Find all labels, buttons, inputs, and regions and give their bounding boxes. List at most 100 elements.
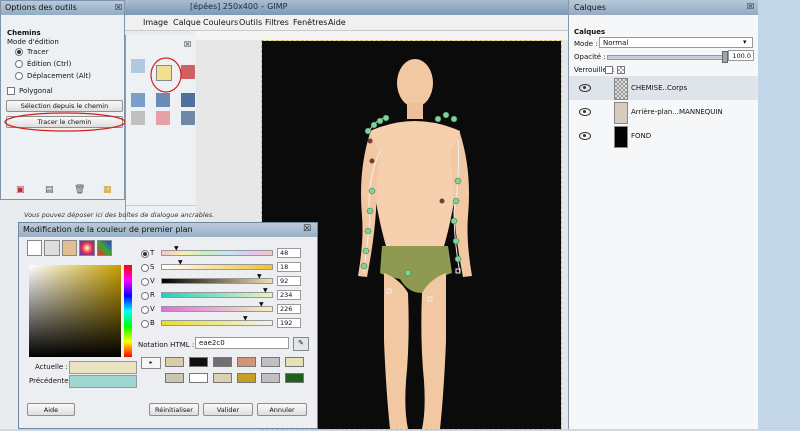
radio-edit[interactable] bbox=[15, 60, 23, 68]
menu-fenetres[interactable]: Fenêtres bbox=[293, 18, 327, 27]
menu-calque[interactable]: Calque bbox=[173, 18, 201, 27]
radio-move[interactable] bbox=[15, 72, 23, 80]
tool-options-titlebar: Options des outils ☒ bbox=[1, 1, 124, 15]
layers-titlebar: Calques ☒ bbox=[569, 0, 759, 15]
slider-pointer-icon: ▼ bbox=[259, 301, 264, 308]
value-value[interactable]: 92 bbox=[277, 276, 301, 286]
brush-selector-tab-icon[interactable] bbox=[61, 240, 78, 256]
add-to-history-icon[interactable]: ▸ bbox=[141, 357, 161, 369]
green-label: V bbox=[150, 305, 155, 313]
blue-label: B bbox=[150, 319, 155, 327]
layer-thumbnail bbox=[614, 78, 628, 100]
image-window-title: [épées] 250x400 – GIMP bbox=[190, 2, 288, 11]
hue-value[interactable]: 48 bbox=[277, 248, 301, 258]
green-value[interactable]: 226 bbox=[277, 304, 301, 314]
history-swatch[interactable] bbox=[285, 357, 304, 367]
polygonal-checkbox[interactable] bbox=[7, 87, 15, 95]
palette-selector-tab-icon[interactable] bbox=[96, 240, 113, 256]
channel-radio-blue[interactable] bbox=[141, 320, 149, 328]
red-circle-tool-annotation bbox=[150, 57, 182, 93]
previous-color-label: Précédente : bbox=[29, 377, 74, 385]
opacity-value[interactable]: 100.0 bbox=[728, 50, 754, 61]
tool-options-title: Options des outils bbox=[5, 3, 77, 12]
save-options-icon[interactable]: ▣ bbox=[16, 185, 25, 195]
lock-alpha-checkbox[interactable] bbox=[617, 66, 625, 74]
layers-dock: Calques ☒ Calques Mode : Normal ▾ Opacit… bbox=[568, 0, 759, 429]
eraser-tool-icon[interactable] bbox=[156, 111, 170, 125]
desktop-background bbox=[758, 0, 800, 429]
menu-couleurs[interactable]: Couleurs bbox=[203, 18, 238, 27]
wheel-selector-tab-icon[interactable] bbox=[79, 240, 95, 256]
dock-close-icon[interactable]: ☒ bbox=[184, 40, 191, 49]
history-swatch[interactable] bbox=[165, 373, 184, 383]
shear-tool-icon[interactable] bbox=[156, 93, 170, 107]
cmyk-selector-tab-icon[interactable] bbox=[44, 240, 60, 256]
hue-strip[interactable] bbox=[124, 265, 132, 357]
polygonal-label: Polygonal bbox=[19, 87, 53, 95]
restore-options-icon[interactable]: ▤ bbox=[45, 185, 54, 195]
green-slider[interactable] bbox=[161, 306, 273, 312]
visibility-eye-icon[interactable] bbox=[579, 108, 591, 116]
history-swatch[interactable] bbox=[261, 373, 280, 383]
menu-filtres[interactable]: Filtres bbox=[265, 18, 289, 27]
move-tool-icon[interactable] bbox=[131, 59, 145, 73]
channel-radio-saturation[interactable] bbox=[141, 264, 149, 272]
scale-tool-icon[interactable] bbox=[131, 93, 145, 107]
channel-radio-green[interactable] bbox=[141, 306, 149, 314]
opacity-slider[interactable] bbox=[607, 55, 727, 60]
saturation-value-square[interactable] bbox=[29, 265, 121, 357]
cancel-button[interactable]: Annuler bbox=[257, 403, 307, 416]
chevron-down-icon: ▾ bbox=[743, 38, 747, 46]
history-swatch[interactable] bbox=[213, 357, 232, 367]
eyedropper-icon[interactable]: ✎ bbox=[293, 337, 309, 351]
history-swatch[interactable] bbox=[213, 373, 232, 383]
html-notation-input[interactable]: eae2c0 bbox=[195, 337, 289, 349]
lock-pixels-checkbox[interactable] bbox=[605, 66, 613, 74]
channel-radio-red[interactable] bbox=[141, 292, 149, 300]
close-icon[interactable]: ☒ bbox=[747, 2, 754, 11]
reset-button[interactable]: Réinitialiser bbox=[149, 403, 199, 416]
blue-value[interactable]: 192 bbox=[277, 318, 301, 328]
mode-dropdown[interactable]: Normal ▾ bbox=[599, 37, 753, 48]
visibility-eye-icon[interactable] bbox=[579, 84, 591, 92]
history-swatch[interactable] bbox=[285, 373, 304, 383]
airbrush-tool-icon[interactable] bbox=[181, 111, 195, 125]
history-swatch[interactable] bbox=[237, 373, 256, 383]
menubar: Image Calque Couleurs Outils Filtres Fen… bbox=[125, 15, 568, 31]
close-icon[interactable]: ☒ bbox=[303, 224, 311, 234]
menu-image[interactable]: Image bbox=[143, 18, 168, 27]
slider-pointer-icon: ▼ bbox=[257, 273, 262, 280]
red-value[interactable]: 234 bbox=[277, 290, 301, 300]
history-swatch[interactable] bbox=[189, 357, 208, 367]
menu-aide[interactable]: Aide bbox=[328, 18, 346, 27]
layer-thumbnail bbox=[614, 126, 628, 148]
flip-tool-icon[interactable] bbox=[181, 93, 195, 107]
history-swatch[interactable] bbox=[237, 357, 256, 367]
layer-row-mannequin[interactable]: Arrière-plan...MANNEQUIN bbox=[569, 100, 759, 124]
html-notation-label: Notation HTML : bbox=[138, 341, 195, 349]
channel-radio-value[interactable] bbox=[141, 278, 149, 286]
tool-options-dock: Options des outils ☒ Chemins Mode d'édit… bbox=[0, 0, 126, 200]
layer-row-chemise[interactable]: CHEMISE..Corps bbox=[569, 76, 759, 100]
help-button[interactable]: Aide bbox=[27, 403, 75, 416]
blue-slider[interactable] bbox=[161, 320, 273, 326]
history-swatch[interactable] bbox=[165, 357, 184, 367]
pencil-tool-icon[interactable] bbox=[131, 111, 145, 125]
color-dialog-title: Modification de la couleur de premier pl… bbox=[23, 225, 193, 234]
delete-options-icon[interactable]: 🗑 bbox=[74, 185, 85, 195]
visibility-eye-icon[interactable] bbox=[579, 132, 591, 140]
reset-options-icon[interactable]: ▦ bbox=[103, 185, 112, 195]
saturation-value[interactable]: 18 bbox=[277, 262, 301, 272]
history-swatch[interactable] bbox=[189, 373, 208, 383]
current-color-label: Actuelle : bbox=[35, 363, 68, 371]
menu-outils[interactable]: Outils bbox=[239, 18, 262, 27]
layer-row-fond[interactable]: FOND bbox=[569, 124, 759, 148]
red-slider[interactable] bbox=[161, 292, 273, 298]
ok-button[interactable]: Valider bbox=[203, 403, 253, 416]
hue-label: T bbox=[150, 249, 155, 257]
gimp-selector-tab-icon[interactable] bbox=[27, 240, 43, 256]
history-swatch[interactable] bbox=[261, 357, 280, 367]
radio-trace[interactable] bbox=[15, 48, 23, 56]
channel-radio-hue[interactable] bbox=[141, 250, 149, 258]
close-icon[interactable]: ☒ bbox=[115, 3, 122, 12]
